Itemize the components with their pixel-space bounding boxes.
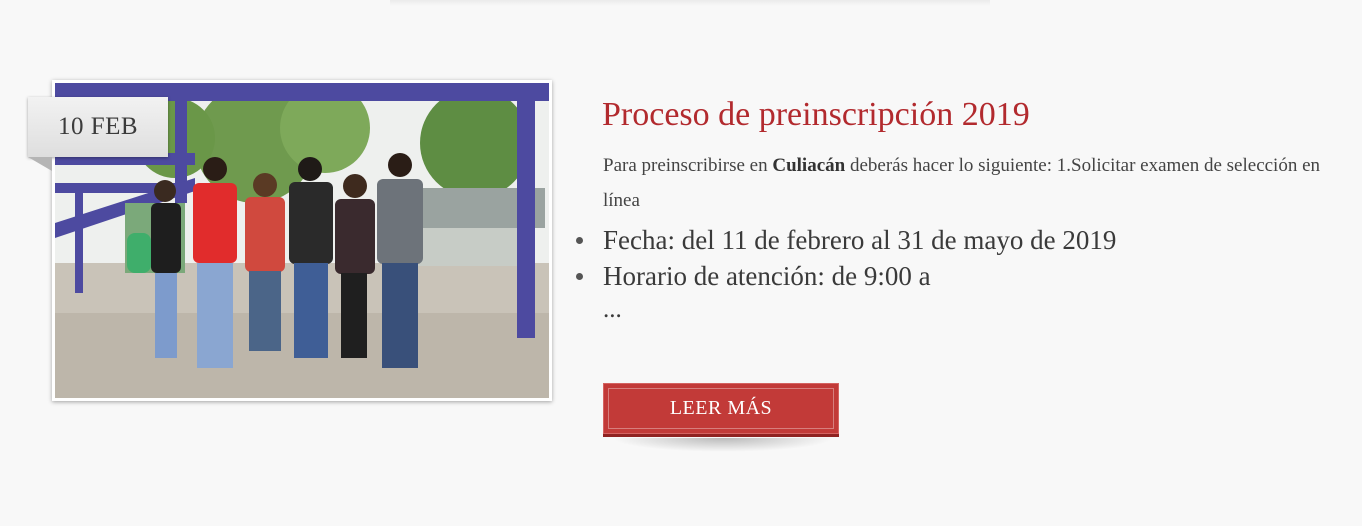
read-more-button[interactable]: LEER MÁS <box>603 383 839 437</box>
date-badge: 10 FEB <box>28 97 168 157</box>
excerpt-text-start: Para preinscribirse en <box>603 155 773 176</box>
button-shadow <box>612 438 834 452</box>
excerpt-ellipsis: ... <box>603 296 622 323</box>
read-more-label: LEER MÁS <box>669 397 773 419</box>
list-item-hours: Horario de atención: de 9:00 a <box>575 258 1116 294</box>
post-details-list: Fecha: del 11 de febrero al 31 de mayo d… <box>575 222 1116 294</box>
post-title[interactable]: Proceso de preinscripción 2019 <box>602 92 1030 138</box>
post-excerpt: Para preinscribirse en Culiacán deberás … <box>603 148 1338 218</box>
date-badge-fold <box>28 157 52 171</box>
top-divider <box>390 0 990 6</box>
excerpt-bold-city: Culiacán <box>772 155 846 176</box>
list-item-date: Fecha: del 11 de febrero al 31 de mayo d… <box>575 222 1116 258</box>
